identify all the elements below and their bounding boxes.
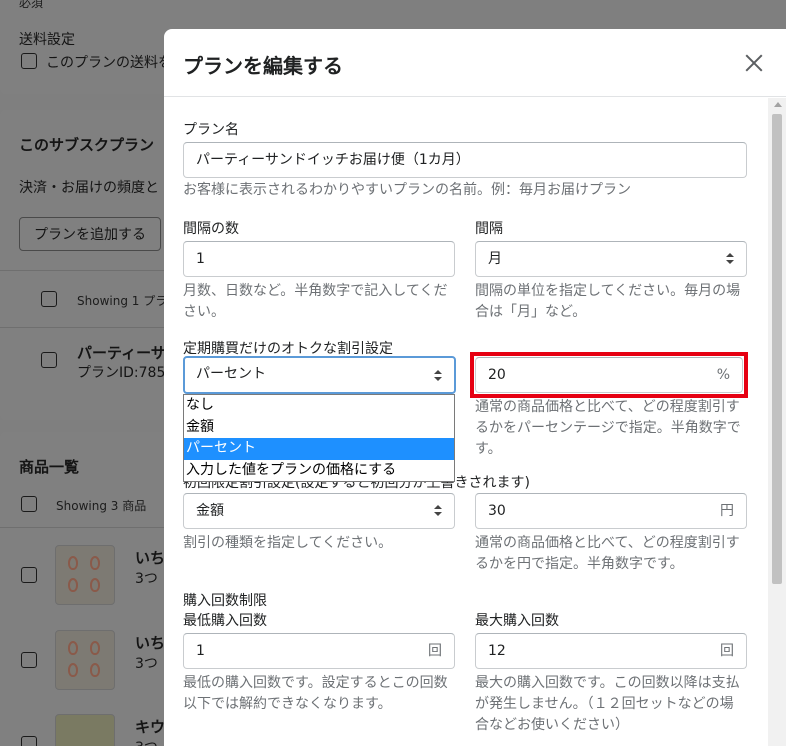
first-discount-amount-value: 30 <box>488 503 506 519</box>
option-set-price[interactable]: 入力した値をプランの価格にする <box>184 460 454 482</box>
plan-row-checkbox[interactable] <box>41 352 57 368</box>
plan-name-input[interactable]: パーティーサンドイッチお届け便（1カ月） <box>183 142 747 178</box>
interval-select-value: 月 <box>488 251 502 267</box>
plan-name-help: お客様に表示されるわかりやすいプランの名前。例：毎月お届けプラン <box>183 182 631 198</box>
select-all-products-checkbox[interactable] <box>21 496 37 512</box>
interval-count-help: 月数、日数など。半角数字で記入してください。 <box>183 283 448 320</box>
discount-type-dropdown: なし 金額 パーセント 入力した値をプランの価格にする <box>183 394 455 482</box>
product-qty: 3つ <box>135 571 158 587</box>
scroll-up-arrow-icon[interactable] <box>774 102 782 107</box>
max-purchase-label: 最大購入回数 <box>475 613 559 629</box>
subscription-plan-heading: このサブスクプラン <box>19 136 155 154</box>
add-plan-button[interactable]: プランを追加する <box>19 217 161 251</box>
product-name[interactable]: いち <box>135 632 165 653</box>
discount-type-select[interactable]: パーセント <box>183 356 456 394</box>
shipping-title: 送料設定 <box>19 32 75 48</box>
purchase-limit-label: 購入回数制限 <box>183 593 267 609</box>
product-qty: 3つ <box>135 737 158 746</box>
select-arrows-icon <box>434 505 442 517</box>
modal-title: プランを編集する <box>183 54 343 78</box>
first-discount-type-select[interactable]: 金額 <box>183 493 455 529</box>
discount-label: 定期購買だけのオトクな割引設定 <box>183 341 393 357</box>
modal-header: プランを編集する <box>164 29 786 97</box>
product-row-checkbox[interactable] <box>21 736 37 746</box>
interval-select[interactable]: 月 <box>475 241 747 277</box>
times-suffix: 回 <box>720 643 734 659</box>
max-purchase-input[interactable]: 12 回 <box>475 633 747 669</box>
interval-help: 間隔の単位を指定してください。毎月の場合は「月」など。 <box>475 283 741 320</box>
product-name[interactable]: いち <box>135 547 165 568</box>
products-showing-text: Showing 3 商品 <box>56 499 147 513</box>
product-thumbnail <box>55 714 115 746</box>
subscription-plan-desc: 決済・お届けの頻度と <box>19 180 159 196</box>
required-label: 必須 <box>19 0 44 10</box>
product-row-checkbox[interactable] <box>21 652 37 668</box>
plan-name-value: パーティーサンドイッチお届け便（1カ月） <box>196 152 470 168</box>
discount-amount-value: 20 <box>488 367 506 383</box>
percent-suffix: % <box>716 367 730 383</box>
select-all-plans-checkbox[interactable] <box>41 291 57 307</box>
interval-count-label: 間隔の数 <box>183 221 239 237</box>
scroll-thumb[interactable] <box>772 114 782 584</box>
select-arrows-icon <box>434 370 442 382</box>
edit-plan-modal: プランを編集する プラン名 パーティーサンドイッチお届け便（1カ月） お客様に表… <box>164 29 786 746</box>
products-heading: 商品一覧 <box>19 458 80 476</box>
plan-name-label: プラン名 <box>183 122 239 138</box>
first-discount-amount-input[interactable]: 30 円 <box>475 493 747 529</box>
plan-row-title[interactable]: パーティーサ <box>77 342 166 363</box>
product-row-checkbox[interactable] <box>21 567 37 583</box>
max-purchase-value: 12 <box>488 643 506 659</box>
option-percent[interactable]: パーセント <box>184 438 454 460</box>
modal-scrollbar[interactable] <box>768 98 786 746</box>
product-qty: 3つ <box>135 656 158 672</box>
yen-suffix: 円 <box>720 503 734 519</box>
min-purchase-label: 最低購入回数 <box>183 613 267 629</box>
shipping-checkbox-label: このプランの送料を <box>46 55 172 71</box>
first-discount-type-help: 割引の種類を指定してください。 <box>183 535 393 551</box>
select-arrows-icon <box>726 253 734 265</box>
plan-row-id: プランID:7852 <box>77 365 175 381</box>
close-icon[interactable] <box>742 51 766 75</box>
option-amount[interactable]: 金額 <box>184 417 454 439</box>
option-none[interactable]: なし <box>184 395 454 417</box>
interval-label: 間隔 <box>475 221 503 237</box>
times-suffix: 回 <box>428 643 442 659</box>
first-discount-type-value: 金額 <box>196 503 224 519</box>
product-name[interactable]: キウ <box>135 716 165 737</box>
first-discount-amount-help: 通常の商品価格と比べて、どの程度割引するかを円で指定。半角数字です。 <box>475 535 740 572</box>
min-purchase-help: 最低の購入回数です。設定するとこの回数以下では解約できなくなります。 <box>183 675 448 712</box>
product-thumbnail <box>55 545 115 605</box>
interval-count-value: 1 <box>196 251 205 267</box>
discount-amount-input[interactable]: 20 % <box>475 357 743 393</box>
discount-amount-help: 通常の商品価格と比べて、どの程度割引するかをパーセンテージで指定。半角数字です。 <box>475 399 741 457</box>
interval-count-input[interactable]: 1 <box>183 241 455 277</box>
product-thumbnail <box>55 630 115 690</box>
max-purchase-help: 最大の購入回数です。この回数以降は支払が発生しません。（１２回セットなどの場合な… <box>475 675 740 733</box>
discount-type-value: パーセント <box>196 366 266 382</box>
shipping-checkbox[interactable] <box>21 53 37 69</box>
min-purchase-value: 1 <box>196 643 205 659</box>
min-purchase-input[interactable]: 1 回 <box>183 633 455 669</box>
